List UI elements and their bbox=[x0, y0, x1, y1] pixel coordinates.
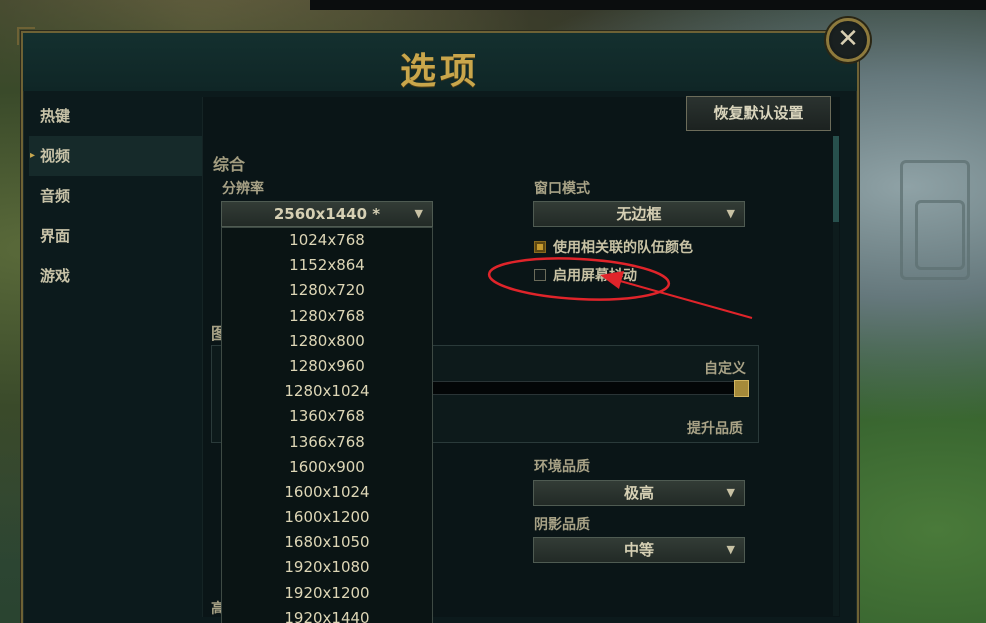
resolution-option[interactable]: 1600x1200 bbox=[222, 505, 432, 530]
resolution-option[interactable]: 1366x768 bbox=[222, 430, 432, 455]
resolution-option[interactable]: 1600x900 bbox=[222, 455, 432, 480]
sidebar-item-interface[interactable]: 界面 bbox=[29, 216, 203, 256]
window-title-bar: 选项 bbox=[23, 33, 857, 92]
resolution-option[interactable]: 1280x960 bbox=[222, 354, 432, 379]
resolution-option[interactable]: 1360x768 bbox=[222, 404, 432, 429]
background-stone-tile bbox=[915, 200, 965, 270]
sidebar-item-label: 视频 bbox=[40, 147, 71, 165]
environment-quality-value: 极高 bbox=[623, 484, 654, 502]
graphics-preset-label: 自定义 bbox=[704, 361, 746, 377]
resolution-select[interactable]: 2560x1440 * ▼ bbox=[221, 201, 433, 227]
resolution-option[interactable]: 1280x720 bbox=[222, 278, 432, 303]
caret-down-icon: ▼ bbox=[726, 486, 735, 499]
window-mode-select[interactable]: 无边框 ▼ bbox=[533, 201, 745, 227]
resolution-label: 分辨率 bbox=[222, 181, 264, 197]
resolution-option[interactable]: 1920x1440 bbox=[222, 606, 432, 623]
screen-shake-label: 启用屏幕抖动 bbox=[553, 268, 637, 284]
resolution-option[interactable]: 1024x768 bbox=[222, 228, 432, 253]
restore-defaults-button[interactable]: 恢复默认设置 bbox=[686, 96, 831, 131]
window-title: 选项 bbox=[399, 50, 480, 92]
caret-down-icon: ▼ bbox=[726, 543, 735, 556]
sidebar-item-hotkeys[interactable]: 热键 bbox=[29, 96, 203, 136]
resolution-option[interactable]: 1920x1080 bbox=[222, 555, 432, 580]
environment-quality-label: 环境品质 bbox=[534, 459, 590, 475]
team-color-label: 使用相关联的队伍颜色 bbox=[553, 240, 693, 256]
sidebar-item-video[interactable]: ▸ 视频 bbox=[29, 136, 203, 176]
scrollbar-thumb[interactable] bbox=[833, 136, 839, 222]
resolution-selected-value: 2560x1440 * bbox=[273, 205, 381, 223]
shadow-quality-label: 阴影品质 bbox=[534, 517, 590, 533]
team-color-option[interactable]: 使用相关联的队伍颜色 bbox=[534, 237, 693, 257]
sidebar-item-audio[interactable]: 音频 bbox=[29, 176, 203, 216]
screen-shake-option[interactable]: 启用屏幕抖动 bbox=[534, 265, 637, 285]
screen-shake-checkbox[interactable] bbox=[534, 269, 546, 281]
resolution-option[interactable]: 1280x800 bbox=[222, 329, 432, 354]
sidebar: 热键 ▸ 视频 音频 界面 游戏 bbox=[29, 96, 203, 296]
resolution-dropdown-list: 1024x768 1152x864 1280x720 1280x768 1280… bbox=[221, 227, 433, 623]
sidebar-item-game[interactable]: 游戏 bbox=[29, 256, 203, 296]
close-button[interactable]: ✕ bbox=[826, 18, 870, 62]
background-top-bar bbox=[310, 0, 986, 10]
graphics-quality-slider[interactable] bbox=[432, 381, 748, 395]
active-indicator-icon: ▸ bbox=[30, 150, 36, 161]
close-icon: ✕ bbox=[837, 24, 859, 54]
improve-quality-label: 提升品质 bbox=[687, 421, 743, 437]
sidebar-item-label: 界面 bbox=[40, 227, 71, 245]
shadow-quality-value: 中等 bbox=[623, 541, 654, 559]
resolution-option[interactable]: 1152x864 bbox=[222, 253, 432, 278]
resolution-option[interactable]: 1920x1200 bbox=[222, 581, 432, 606]
shadow-quality-select[interactable]: 中等 ▼ bbox=[533, 537, 745, 563]
resolution-option[interactable]: 1680x1050 bbox=[222, 530, 432, 555]
graphics-quality-slider-handle[interactable] bbox=[734, 380, 749, 397]
caret-down-icon: ▼ bbox=[726, 207, 735, 220]
settings-scrollbar[interactable] bbox=[833, 136, 839, 616]
window-mode-label: 窗口模式 bbox=[534, 181, 590, 197]
resolution-option[interactable]: 1600x1024 bbox=[222, 480, 432, 505]
sidebar-item-label: 游戏 bbox=[40, 267, 71, 285]
general-section-title: 综合 bbox=[213, 155, 246, 174]
environment-quality-select[interactable]: 极高 ▼ bbox=[533, 480, 745, 506]
team-color-checkbox[interactable] bbox=[534, 241, 546, 253]
caret-down-icon: ▼ bbox=[414, 207, 423, 220]
resolution-option[interactable]: 1280x768 bbox=[222, 304, 432, 329]
resolution-option[interactable]: 1280x1024 bbox=[222, 379, 432, 404]
window-mode-selected-value: 无边框 bbox=[616, 205, 662, 223]
sidebar-item-label: 音频 bbox=[40, 187, 71, 205]
sidebar-item-label: 热键 bbox=[40, 107, 71, 125]
